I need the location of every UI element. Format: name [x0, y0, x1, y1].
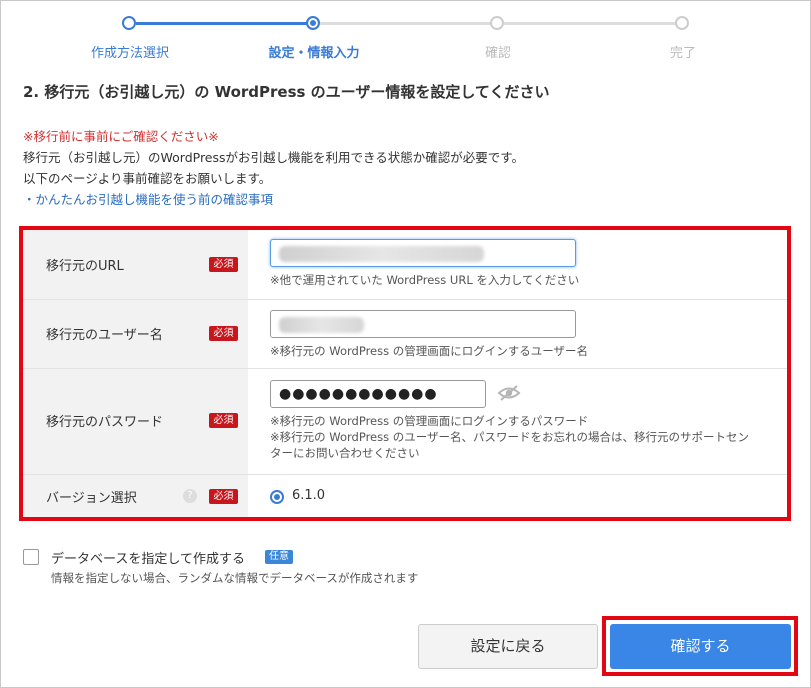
url-label: 移行元のURL — [46, 259, 124, 274]
notice-line-1: 移行元（お引越し元）のWordPressがお引越し機能を利用できる状態か確認が必… — [23, 150, 525, 165]
step-connector-2 — [320, 22, 492, 25]
step-connector-1 — [136, 22, 308, 25]
password-row: 移行元のパスワード 必須 ●●●●●●●●●●●● ※移行元の WordPres… — [23, 369, 787, 475]
password-input[interactable]: ●●●●●●●●●●●● — [270, 380, 486, 408]
username-hint: ※移行元の WordPress の管理画面にログインするユーザー名 — [270, 344, 589, 358]
password-hint-3: ターにお問い合わせください — [270, 446, 420, 460]
section-heading: 2. 移行元（お引越し元）の WordPress のユーザー情報を設定してくださ… — [23, 83, 550, 101]
optional-badge: 任意 — [265, 550, 293, 564]
username-label: 移行元のユーザー名 — [46, 328, 163, 343]
step-connector-3 — [504, 22, 676, 25]
notice-warning: ※移行前に事前にご確認ください※ — [23, 129, 219, 144]
password-hint-1: ※移行元の WordPress の管理画面にログインするパスワード — [270, 414, 589, 428]
version-radio-label[interactable]: 6.1.0 — [292, 488, 325, 503]
password-masked-value: ●●●●●●●●●●●● — [279, 386, 438, 402]
password-hint-2: ※移行元の WordPress のユーザー名、パスワードをお忘れの場合は、移行元… — [270, 430, 750, 444]
step-3-dot — [490, 16, 504, 30]
step-2-dot — [306, 16, 320, 30]
url-required-badge: 必須 — [209, 257, 238, 272]
url-row: 移行元のURL 必須 ※他で運用されていた WordPress URL を入力し… — [23, 230, 787, 300]
back-to-settings-button[interactable]: 設定に戻る — [418, 624, 598, 669]
username-row: 移行元のユーザー名 必須 ※移行元の WordPress の管理画面にログインす… — [23, 300, 787, 369]
version-row: バージョン選択 ? 必須 6.1.0 — [23, 475, 787, 517]
database-note: 情報を指定しない場合、ランダムな情報でデータベースが作成されます — [51, 571, 419, 585]
progress-stepper: 作成方法選択 設定・情報入力 確認 完了 — [0, 0, 811, 70]
step-2-label: 設定・情報入力 — [268, 46, 360, 61]
step-1-label: 作成方法選択 — [90, 46, 170, 61]
precheck-link[interactable]: ・かんたんお引越し機能を使う前の確認事項 — [23, 189, 524, 210]
url-hint: ※他で運用されていた WordPress URL を入力してください — [270, 273, 580, 287]
step-1-dot — [122, 16, 136, 30]
notice-line-2: 以下のページより事前確認をお願いします。 — [23, 171, 272, 186]
confirm-button[interactable]: 確認する — [610, 624, 791, 669]
toggle-visibility-icon[interactable] — [497, 384, 521, 402]
step-4-dot — [675, 16, 689, 30]
database-option-label[interactable]: データベースを指定して作成する — [51, 548, 245, 567]
version-label: バージョン選択 — [46, 491, 137, 506]
migration-form: 移行元のURL 必須 ※他で運用されていた WordPress URL を入力し… — [23, 230, 787, 517]
notice-block: ※移行前に事前にご確認ください※ 移行元（お引越し元）のWordPressがお引… — [23, 126, 524, 210]
version-radio[interactable] — [270, 490, 284, 504]
username-input[interactable] — [270, 310, 576, 338]
username-redacted-value — [279, 317, 364, 333]
version-required-badge: 必須 — [209, 489, 238, 504]
password-label: 移行元のパスワード — [46, 415, 164, 430]
step-4-label: 完了 — [669, 46, 697, 61]
password-required-badge: 必須 — [209, 413, 238, 428]
help-icon[interactable]: ? — [183, 489, 197, 503]
step-3-label: 確認 — [484, 46, 512, 61]
url-input[interactable] — [270, 239, 576, 267]
username-required-badge: 必須 — [209, 326, 238, 341]
database-checkbox[interactable] — [23, 549, 39, 565]
url-redacted-value — [279, 246, 484, 262]
